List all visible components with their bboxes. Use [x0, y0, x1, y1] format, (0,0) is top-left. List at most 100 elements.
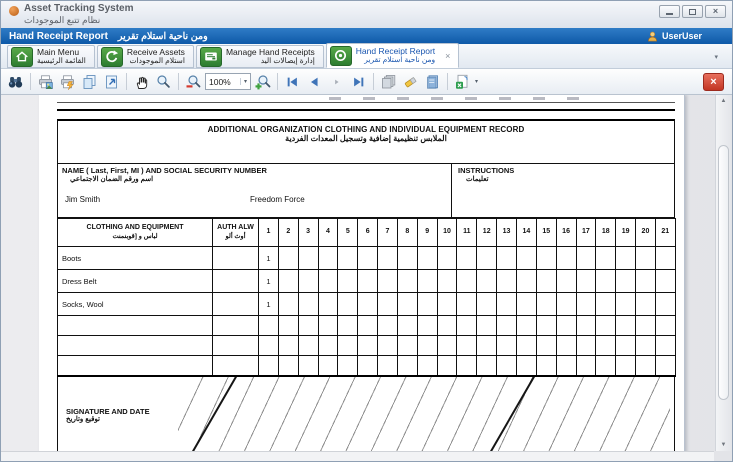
- prev-page-icon: [307, 75, 322, 89]
- printer-lightning-icon: [59, 74, 76, 90]
- item-cell: [58, 356, 213, 376]
- qty-cell: [497, 316, 517, 336]
- maximize-button[interactable]: [682, 5, 703, 18]
- tab-manage-hand-receipts[interactable]: Manage Hand Receiptsإدارة إيصالات اليد: [196, 45, 324, 68]
- scroll-up-icon[interactable]: ▲: [716, 95, 731, 107]
- qty-cell: [536, 270, 556, 293]
- table-row: Dress Belt1: [58, 270, 676, 293]
- tab-label-ar: إدارة إيصالات اليد: [226, 57, 315, 65]
- page-title-ar: ومن ناحية استلام تقرير: [118, 31, 208, 42]
- watermark-button[interactable]: [422, 71, 443, 92]
- minimize-button[interactable]: [659, 5, 680, 18]
- qty-cell: [278, 356, 298, 376]
- page-color-button[interactable]: [400, 71, 421, 92]
- qty-cell: [655, 293, 675, 316]
- export-caret-icon[interactable]: ▾: [475, 78, 478, 85]
- next-page-button[interactable]: [326, 71, 347, 92]
- scroll-down-icon[interactable]: ▼: [716, 439, 731, 451]
- col-header-number: 7: [378, 219, 398, 247]
- col-header-number: 8: [397, 219, 417, 247]
- qty-cell: [278, 316, 298, 336]
- hand-icon: [133, 74, 150, 90]
- multi-page-view-button[interactable]: [378, 71, 399, 92]
- user-menu[interactable]: UserUser: [647, 31, 702, 42]
- qty-cell: [477, 316, 497, 336]
- qty-cell: [556, 356, 576, 376]
- tab-hand-receipt-report[interactable]: Hand Receipt Reportومن ناحية استلام تقري…: [326, 43, 460, 68]
- qty-cell: [576, 356, 596, 376]
- copy-page-button[interactable]: [79, 71, 100, 92]
- report-viewer: ADDITIONAL ORGANIZATION CLOTHING AND IND…: [1, 95, 732, 461]
- home-icon: [11, 47, 33, 67]
- tab-receive-assets[interactable]: Receive Assetsاستلام الموجودات: [97, 45, 194, 68]
- quick-print-button[interactable]: [57, 71, 78, 92]
- fit-page-button[interactable]: [101, 71, 122, 92]
- qty-cell: [318, 316, 338, 336]
- qty-cell: [516, 336, 536, 356]
- qty-cell: [477, 336, 497, 356]
- maximize-icon: [689, 9, 696, 15]
- report-title-en: ADDITIONAL ORGANIZATION CLOTHING AND IND…: [58, 125, 674, 134]
- item-cell: [58, 316, 213, 336]
- qty-cell: [378, 247, 398, 270]
- tabstrip-overflow-caret-icon[interactable]: ▾: [714, 53, 718, 61]
- col-header-number: 19: [616, 219, 636, 247]
- chevron-down-icon[interactable]: ▾: [240, 78, 250, 85]
- vertical-scroll-thumb[interactable]: [718, 145, 729, 400]
- qty-cell: [278, 247, 298, 270]
- col-header-number: 1: [259, 219, 279, 247]
- qty-cell: [259, 356, 279, 376]
- qty-cell: [536, 356, 556, 376]
- resize-page-icon: [103, 74, 120, 90]
- qty-cell: [417, 316, 437, 336]
- qty-cell: [655, 356, 675, 376]
- tab-label-ar: استلام الموجودات: [127, 57, 185, 65]
- app-window: Asset Tracking System نظام تتبع الموجودا…: [0, 0, 733, 462]
- last-page-button[interactable]: [348, 71, 369, 92]
- zoom-in-button[interactable]: [252, 71, 273, 92]
- tab-close-icon[interactable]: ×: [445, 51, 450, 61]
- zoom-level-combo[interactable]: 100% ▾: [205, 73, 251, 90]
- qty-cell: [497, 247, 517, 270]
- qty-cell: [596, 270, 616, 293]
- qty-cell: [497, 270, 517, 293]
- close-preview-button[interactable]: ×: [703, 73, 724, 91]
- instructions-label-ar: تعليمات: [458, 175, 668, 183]
- col-header-auth: AUTH ALWأوث ألو: [213, 219, 259, 247]
- zoom-tool-button[interactable]: [153, 71, 174, 92]
- vertical-scrollbar[interactable]: ▲ ▼: [715, 95, 731, 451]
- qty-cell: [397, 293, 417, 316]
- qty-cell: [497, 336, 517, 356]
- print-button[interactable]: [35, 71, 56, 92]
- qty-cell: [437, 293, 457, 316]
- qty-cell: [358, 270, 378, 293]
- report-icon: [330, 46, 352, 66]
- window-titlebar[interactable]: Asset Tracking System نظام تتبع الموجودا…: [1, 1, 732, 28]
- horizontal-scrollbar[interactable]: [1, 451, 714, 461]
- toolbar-separator: [447, 73, 448, 90]
- qty-cell: [576, 336, 596, 356]
- tab-main-menu[interactable]: Main Menuالقائمة الرئيسية: [7, 45, 95, 68]
- window-close-button[interactable]: ×: [705, 5, 726, 18]
- qty-cell: [516, 316, 536, 336]
- qty-cell: [437, 336, 457, 356]
- qty-cell: [259, 316, 279, 336]
- first-page-button[interactable]: [282, 71, 303, 92]
- qty-cell: [378, 336, 398, 356]
- col-header-number: 5: [338, 219, 358, 247]
- zoom-out-button[interactable]: [183, 71, 204, 92]
- export-button[interactable]: [452, 71, 473, 92]
- unit-value: Freedom Force: [250, 195, 305, 204]
- qty-cell: [358, 316, 378, 336]
- qty-cell: [497, 356, 517, 376]
- qty-cell: [536, 336, 556, 356]
- col-header-number: 4: [318, 219, 338, 247]
- last-page-icon: [351, 75, 366, 89]
- pan-tool-button[interactable]: [131, 71, 152, 92]
- find-button[interactable]: [5, 71, 26, 92]
- prev-page-button[interactable]: [304, 71, 325, 92]
- qty-cell: [596, 316, 616, 336]
- qty-cell: [318, 247, 338, 270]
- qty-cell: [497, 293, 517, 316]
- toolbar-separator: [178, 73, 179, 90]
